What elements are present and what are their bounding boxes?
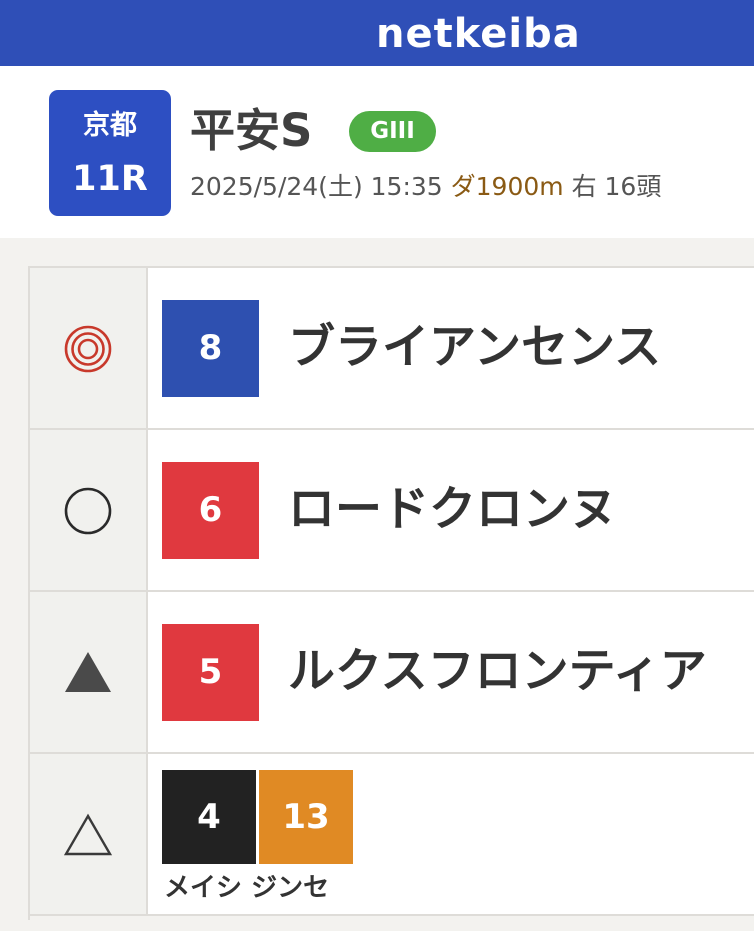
mark-cell xyxy=(30,592,148,752)
horse-name[interactable]: ジンセ xyxy=(251,873,329,903)
mark-cell xyxy=(30,754,148,914)
race-title: 平安S xyxy=(190,104,313,157)
prediction-row-renka: 4 13 メイシ ジンセ xyxy=(30,754,754,916)
venue-race-badge: 京都 11R xyxy=(49,90,171,216)
race-direction-runners: 右 16頭 xyxy=(571,172,662,201)
prediction-table: 8 ブライアンセンス 6 ロードクロンヌ 5 ルクスフロンティア 4 13 メイ… xyxy=(28,266,754,920)
horse-names: メイシ ジンセ xyxy=(164,872,329,904)
horse-number-badge: 6 xyxy=(162,462,259,559)
horse-cell[interactable]: 6 ロードクロンヌ xyxy=(148,430,754,590)
race-header: 京都 11R 平安S GIII 2025/5/24(土) 15:35 ダ1900… xyxy=(0,66,754,238)
circle-icon xyxy=(64,487,112,535)
horse-number-badge: 5 xyxy=(162,624,259,721)
horse-name[interactable]: ロードクロンヌ xyxy=(288,482,617,538)
prediction-row-honmei: 8 ブライアンセンス xyxy=(30,268,754,430)
grade-badge: GIII xyxy=(349,111,436,152)
race-info: 2025/5/24(土) 15:35 ダ1900m 右 16頭 xyxy=(190,170,661,204)
netkeiba-logo[interactable]: netkeiba xyxy=(376,10,581,58)
mark-cell xyxy=(30,430,148,590)
horse-number-badge: 13 xyxy=(259,770,353,864)
horse-cell[interactable]: 4 13 メイシ ジンセ xyxy=(148,754,754,914)
horse-name[interactable]: ルクスフロンティア xyxy=(288,644,707,700)
triangle-outline-icon xyxy=(63,813,113,856)
prediction-row-tanana: 5 ルクスフロンティア xyxy=(30,592,754,754)
mark-cell xyxy=(30,268,148,428)
prediction-row-taikou: 6 ロードクロンヌ xyxy=(30,430,754,592)
header-bar: netkeiba xyxy=(0,0,754,66)
horse-name[interactable]: ブライアンセンス xyxy=(288,320,661,376)
double-circle-icon xyxy=(64,325,112,373)
horse-cell[interactable]: 8 ブライアンセンス xyxy=(148,268,754,428)
horse-number-badge: 4 xyxy=(162,770,256,864)
venue-name: 京都 xyxy=(83,110,137,141)
filled-triangle-icon xyxy=(65,652,111,692)
horse-number-badge: 8 xyxy=(162,300,259,397)
race-datetime: 2025/5/24(土) 15:35 xyxy=(190,172,443,201)
race-course: ダ1900m xyxy=(450,172,564,201)
horse-cell[interactable]: 5 ルクスフロンティア xyxy=(148,592,754,752)
horse-name[interactable]: メイシ xyxy=(164,873,242,903)
race-number: 11R xyxy=(72,159,148,199)
